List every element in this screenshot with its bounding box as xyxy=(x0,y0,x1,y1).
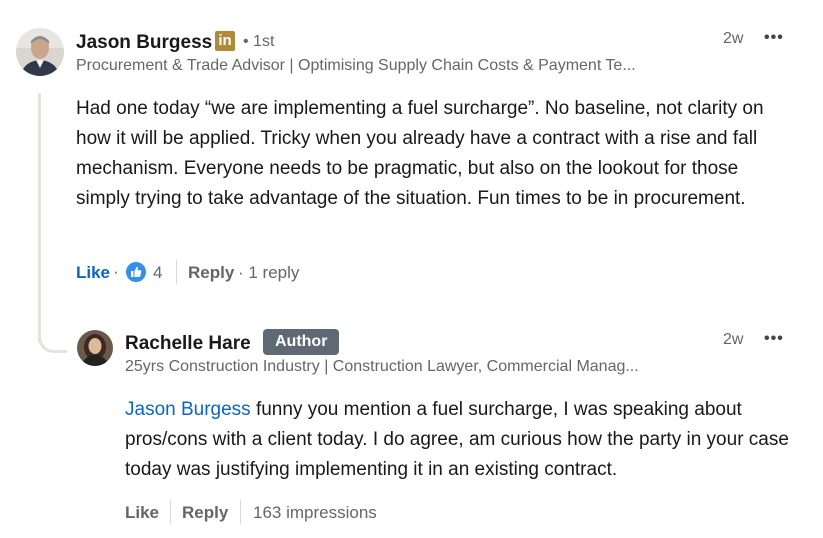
mention-link[interactable]: Jason Burgess xyxy=(125,399,251,420)
action-dot: · xyxy=(113,262,119,281)
reply-count[interactable]: · 1 reply xyxy=(238,263,299,283)
linkedin-premium-icon: in xyxy=(215,31,235,51)
avatar-rachelle[interactable] xyxy=(77,330,113,366)
comment-more-options-icon[interactable]: ••• xyxy=(764,29,784,47)
connection-degree: • 1st xyxy=(243,33,275,50)
reply-author-headline: 25yrs Construction Industry | Constructi… xyxy=(125,358,639,375)
comment-text: Had one today “we are implementing a fue… xyxy=(76,98,764,209)
author-badge: Author xyxy=(263,329,340,355)
reply-author-name[interactable]: Rachelle Hare xyxy=(125,333,251,355)
reply-text: Jason Burgess funny you mention a fuel s… xyxy=(125,395,805,485)
comment-timestamp: 2w xyxy=(723,30,744,47)
reply-timestamp: 2w xyxy=(723,331,744,348)
divider xyxy=(240,500,241,524)
reply-more-options-icon[interactable]: ••• xyxy=(764,330,784,348)
thread-connector xyxy=(38,322,67,353)
thread-line xyxy=(38,93,41,343)
reaction-count[interactable]: 4 xyxy=(153,263,162,283)
comment-like-button[interactable]: Like xyxy=(76,263,110,283)
comment-author-name[interactable]: Jason Burgess xyxy=(76,32,212,54)
divider xyxy=(170,500,171,524)
comment-reply-button[interactable]: Reply xyxy=(188,263,234,283)
divider xyxy=(176,260,177,284)
like-reaction-icon[interactable] xyxy=(125,261,147,283)
reply-reply-button[interactable]: Reply xyxy=(182,503,228,523)
avatar-jason[interactable] xyxy=(16,28,64,76)
impressions-count: 163 impressions xyxy=(253,503,377,522)
comment-author-headline: Procurement & Trade Advisor | Optimising… xyxy=(76,57,636,74)
reply-like-button[interactable]: Like xyxy=(125,503,159,523)
